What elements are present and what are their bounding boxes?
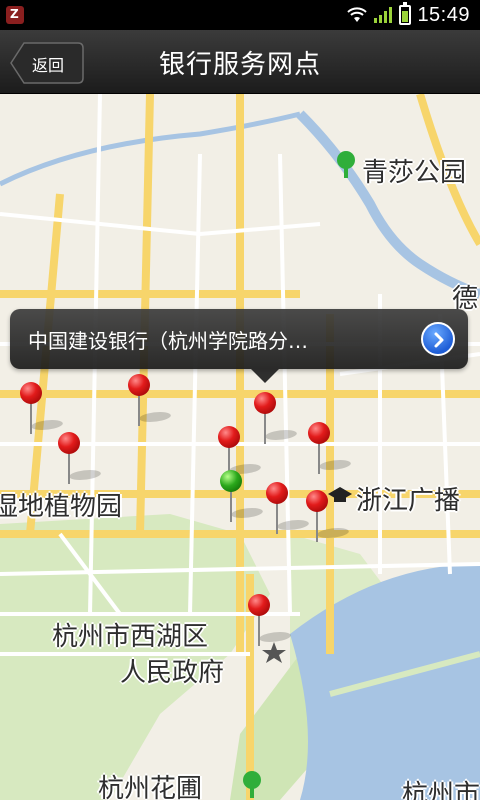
bank-map-pin[interactable] xyxy=(306,490,353,550)
app-notification-icon xyxy=(6,6,24,24)
bank-map-pin-selected[interactable] xyxy=(254,392,301,452)
detail-disclosure-button[interactable] xyxy=(421,322,455,356)
chevron-right-icon xyxy=(434,332,444,348)
status-time: 15:49 xyxy=(417,3,470,26)
status-bar: 15:49 xyxy=(0,0,480,30)
bank-map-pin[interactable] xyxy=(128,374,175,434)
map-label-qingsha-park: 青莎公园 xyxy=(362,158,467,188)
map-label-hangzhou-city: 杭州市 xyxy=(402,780,480,800)
map-view[interactable]: 青莎公园 德 浙江广播 湿地植物园 杭州市西湖区 人民政府 杭州花圃 杭州市 xyxy=(0,94,480,800)
callout-bank-name: 中国建设银行（杭州学院路分… xyxy=(28,329,308,353)
status-icons: 15:49 xyxy=(347,2,470,27)
current-location-pin[interactable] xyxy=(220,470,267,530)
signal-icon xyxy=(374,7,393,23)
map-label-xihu-gov-line1: 杭州市西湖区 xyxy=(52,622,209,652)
map-label-xihu-gov-line2: 人民政府 xyxy=(120,658,225,688)
wifi-icon xyxy=(347,7,368,22)
title-bar: 返回 银行服务网点 xyxy=(0,30,480,94)
bank-map-pin[interactable] xyxy=(248,594,295,654)
bank-map-pin[interactable] xyxy=(308,422,355,482)
bank-map-pin[interactable] xyxy=(20,382,67,442)
bank-map-pin[interactable] xyxy=(266,482,313,542)
battery-icon xyxy=(399,2,412,25)
map-label-hangzhou-flower: 杭州花圃 xyxy=(98,774,203,800)
map-label-zhejiang-broadcast: 浙江广播 xyxy=(356,486,461,516)
bank-map-pin[interactable] xyxy=(58,432,105,492)
page-title: 银行服务网点 xyxy=(158,50,321,80)
pin-info-callout[interactable]: 中国建设银行（杭州学院路分… xyxy=(10,309,468,383)
